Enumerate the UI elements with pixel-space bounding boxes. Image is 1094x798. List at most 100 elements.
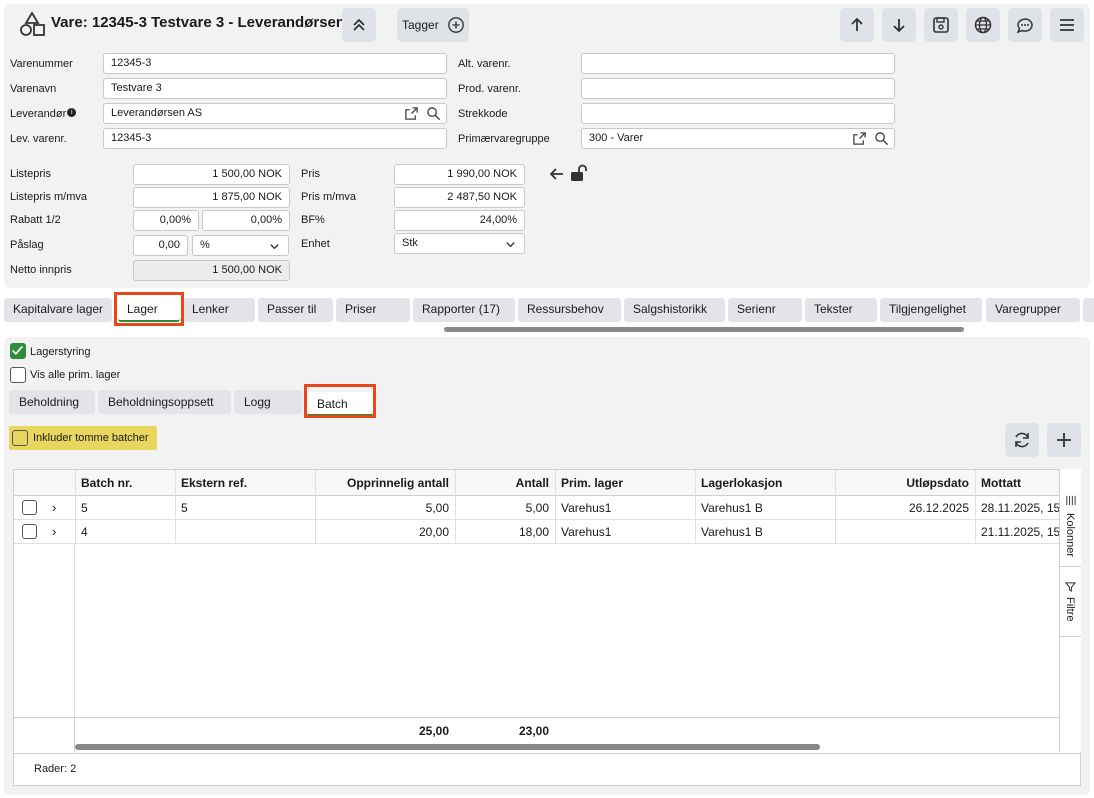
tab-rapporter-17[interactable]: Rapporter (17): [413, 298, 515, 322]
tab-lenker[interactable]: Lenker: [183, 298, 255, 322]
table-cell: 5,00: [455, 496, 555, 520]
row-checkbox[interactable]: [22, 500, 37, 515]
row-checkbox[interactable]: [22, 524, 37, 539]
table-cell: 4: [75, 520, 176, 544]
enhet-select[interactable]: Stk: [394, 233, 525, 254]
primvaregruppe-field[interactable]: 300 - Varer: [581, 128, 895, 149]
primvaregruppe-value: 300 - Varer: [589, 132, 644, 144]
chevron-right-icon[interactable]: ›: [52, 524, 56, 539]
batch-tab-highlight: [304, 384, 376, 418]
arrow-down-icon: [893, 19, 905, 33]
inkluder-tomme-batcher[interactable]: Inkluder tomme batcher: [9, 426, 157, 450]
tab-ressursbehov[interactable]: Ressursbehov: [518, 298, 621, 322]
column-header[interactable]: Prim. lager: [555, 470, 695, 496]
listepris-field[interactable]: 1 500,00 NOK: [133, 164, 290, 185]
refresh-button[interactable]: [1005, 423, 1039, 457]
previous-button[interactable]: [840, 8, 874, 42]
column-header[interactable]: Mottatt: [975, 470, 1060, 496]
column-header[interactable]: Lagerlokasjon: [695, 470, 835, 496]
rabatt2-field[interactable]: 0,00%: [202, 210, 290, 231]
next-button[interactable]: [882, 8, 916, 42]
primvaregruppe-label: Primærvaregruppe: [458, 133, 550, 145]
paslag-unit-select[interactable]: %: [192, 235, 289, 256]
tab-varegrupper[interactable]: Varegrupper: [986, 298, 1080, 322]
table-cell: 5: [75, 496, 176, 520]
lagerstyring-checkbox[interactable]: [10, 343, 26, 359]
column-header[interactable]: Ekstern ref.: [175, 470, 315, 496]
paslag-unit-value: %: [200, 239, 210, 251]
table-cell: Varehus1: [555, 520, 695, 544]
table-row[interactable]: ›: [14, 496, 75, 520]
rows-count: Rader: 2: [34, 763, 77, 775]
search-icon[interactable]: [426, 106, 441, 121]
table-cell: [835, 520, 975, 544]
collapse-button[interactable]: [342, 8, 376, 42]
subtab-beholdningsoppsett[interactable]: Beholdningsoppsett: [98, 390, 231, 414]
strekkode-field[interactable]: [581, 103, 895, 124]
open-external-icon[interactable]: [404, 106, 419, 121]
subtab-beholdning[interactable]: Beholdning: [9, 390, 95, 414]
inkluder-checkbox[interactable]: [12, 430, 28, 446]
bf-field[interactable]: 24,00%: [394, 210, 525, 231]
altvarenr-field[interactable]: [581, 53, 895, 74]
table-cell: 26.12.2025: [835, 496, 975, 520]
pris-field[interactable]: 1 990,00 NOK: [394, 164, 525, 185]
pris-mva-label: Pris m/mva: [301, 191, 356, 203]
varenavn-label: Varenavn: [10, 83, 57, 95]
varenummer-field[interactable]: 12345-3: [103, 53, 447, 74]
pris-mva-field[interactable]: 2 487,50 NOK: [394, 187, 525, 208]
batch-grid: Batch nr. Ekstern ref. Opprinnelig antall A…: [13, 469, 1081, 786]
tab-tilgjengelighet[interactable]: Tilgjengelighet: [880, 298, 982, 322]
chevron-right-icon[interactable]: ›: [52, 500, 56, 515]
save-button[interactable]: [924, 8, 958, 42]
varenavn-field[interactable]: Testvare 3: [103, 78, 447, 99]
column-header[interactable]: Utløpsdato: [835, 470, 975, 496]
bf-label: BF%: [301, 214, 325, 226]
filter-icon: [1065, 582, 1076, 592]
language-button[interactable]: [966, 8, 1000, 42]
tab-overflow[interactable]: [1083, 298, 1094, 322]
tab-serienr[interactable]: Serienr: [728, 298, 802, 322]
open-external-icon[interactable]: [852, 131, 867, 146]
tagger-button[interactable]: Tagger: [397, 8, 469, 42]
paslag-field[interactable]: 0,00: [133, 235, 188, 256]
filtre-button[interactable]: Filtre: [1060, 567, 1081, 637]
tab-priser[interactable]: Priser: [336, 298, 410, 322]
grid-scrollbar[interactable]: [75, 744, 820, 750]
column-header[interactable]: Batch nr.: [75, 470, 176, 496]
save-icon: [933, 17, 949, 33]
tab-passer-til[interactable]: Passer til: [258, 298, 333, 322]
chat-icon: [1016, 18, 1033, 34]
refresh-icon: [1015, 432, 1029, 448]
column-header[interactable]: Antall: [455, 470, 555, 496]
prodvarenr-field[interactable]: [581, 78, 895, 99]
netto-label: Netto innpris: [10, 264, 72, 276]
tab-salgshistorikk[interactable]: Salgshistorikk: [624, 298, 725, 322]
levvarenr-field[interactable]: 12345-3: [103, 128, 447, 149]
leverandor-field[interactable]: Leverandørsen AS: [103, 103, 447, 124]
unlock-icon[interactable]: [569, 163, 589, 186]
comments-button[interactable]: [1008, 8, 1042, 42]
subtab-logg[interactable]: Logg: [234, 390, 302, 414]
lager-tab-highlight: [114, 292, 184, 326]
vis-alle-checkbox[interactable]: [10, 367, 26, 383]
leverandor-value: Leverandørsen AS: [111, 107, 203, 119]
tab-tekster[interactable]: Tekster: [805, 298, 877, 322]
pris-label: Pris: [301, 168, 320, 180]
enhet-label: Enhet: [301, 238, 330, 250]
table-row[interactable]: ›: [14, 520, 75, 544]
search-icon[interactable]: [874, 131, 889, 146]
filtre-label: Filtre: [1064, 597, 1076, 622]
menu-button[interactable]: [1050, 8, 1084, 42]
add-button[interactable]: [1047, 423, 1081, 457]
shapes-icon: [18, 11, 46, 40]
arrow-left-icon[interactable]: [548, 165, 566, 186]
column-header[interactable]: Opprinnelig antall: [315, 470, 455, 496]
listepris-mva-field[interactable]: 1 875,00 NOK: [133, 187, 290, 208]
tabs-scrollbar[interactable]: [444, 327, 964, 332]
table-cell: [175, 520, 315, 544]
kolonner-button[interactable]: Kolonner: [1060, 483, 1081, 567]
tab-kapitalvare-lager[interactable]: Kapitalvare lager: [4, 298, 112, 322]
rabatt1-field[interactable]: 0,00%: [133, 210, 199, 231]
tagger-label: Tagger: [402, 18, 439, 32]
